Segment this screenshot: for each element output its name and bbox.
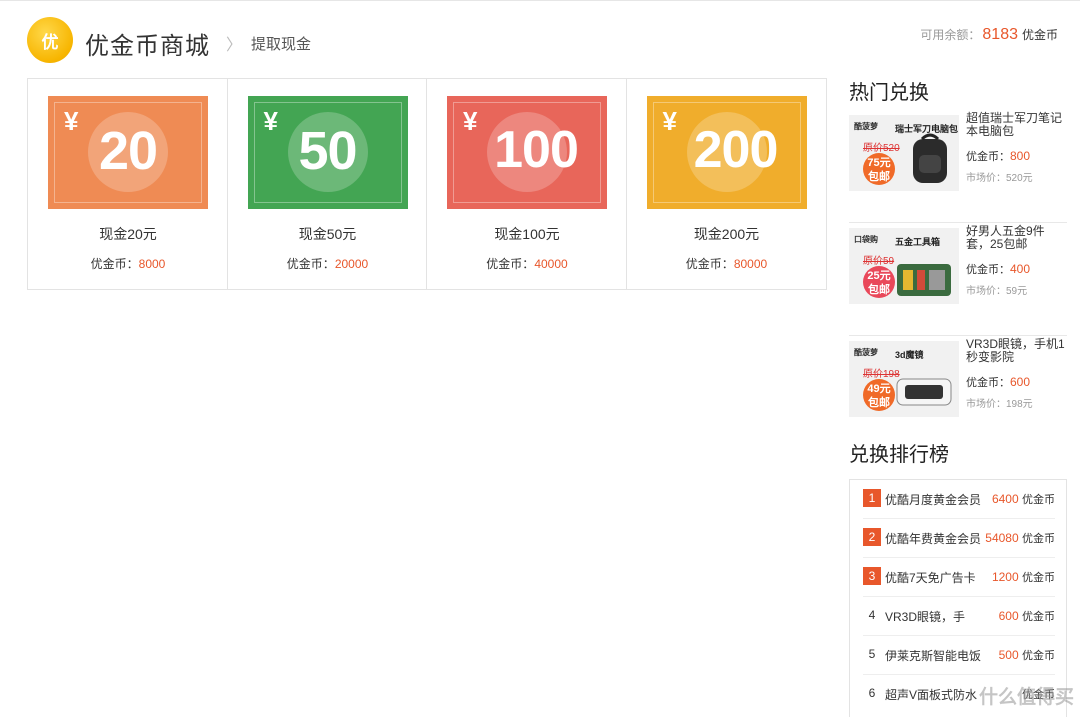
ranking-row[interactable]: 1 优酷月度黄金会员 6400 优金币 [863,480,1055,519]
cash-card-title[interactable]: 现金100元 [427,224,627,244]
ranking-row[interactable]: 4 VR3D眼镜，手 600 优金币 [863,597,1055,636]
cash-card-title[interactable]: 现金200元 [627,224,827,244]
rank-item-price: 6400 优金币 [991,492,1055,506]
cash-ticket-image[interactable]: ¥ 200 [646,96,807,209]
rank-number: 3 [863,567,881,585]
ranking-heading: 兑换排行榜 [849,444,949,466]
hot-item[interactable]: 口袋购 五金工具箱 原价59 25元 包邮 好男人五金9件套，25包邮 优金币：4… [849,223,1067,336]
rank-item-price: 1200 优金币 [991,570,1055,584]
cash-ticket-image[interactable]: ¥ 100 [447,96,607,209]
watermark: 什么值得买 [978,687,1074,708]
balance-label: 可用余额： [920,28,981,42]
hot-item-coin: 优金币：600 [966,375,1031,389]
cash-ticket-image[interactable]: ¥ 20 [48,96,208,209]
toolbox-icon [897,264,951,296]
hot-item-name[interactable]: VR3D眼镜，手机1秒变影院 [966,338,1067,364]
hot-item-coin: 优金币：400 [966,262,1031,276]
balance-display: 可用余额： 8183 优金币 [920,26,1058,44]
youku-coin-logo[interactable]: 优 [27,17,73,63]
cash-card-price: 优金币：8000 [90,257,166,271]
ticket-amount: 100 [494,121,579,179]
ticket-amount: 200 [693,121,779,179]
hot-exchange-heading: 热门兑换 [849,82,929,104]
hot-item-thumbnail[interactable]: 口袋购 五金工具箱 原价59 25元 包邮 [849,228,959,304]
rank-item-price: 600 优金币 [998,609,1055,623]
rank-item-name[interactable]: 优酷年费黄金会员 [885,530,985,547]
ranking-row[interactable]: 5 伊莱克斯智能电饭 500 优金币 [863,636,1055,675]
rank-number: 6 [868,686,876,700]
hot-item-market-price: 市场价：198元 [966,399,1033,410]
hot-item[interactable]: 酷菠萝 瑞士军刀电脑包 原价520 75元 包邮 超值瑞士军刀笔记本电脑包 优金币… [849,110,1067,223]
rank-item-name[interactable]: 伊莱克斯智能电饭 [885,647,985,664]
rank-item-name[interactable]: 优酷月度黄金会员 [885,491,985,508]
vr-headset-icon [896,378,952,406]
breadcrumb-current: 提取现金 [251,36,312,53]
rank-item-name[interactable]: 超声V面板式防水 [885,686,985,703]
rank-number: 5 [868,647,876,661]
mall-title[interactable]: 优金币商城 [85,26,210,61]
rank-number: 2 [863,528,881,546]
ranking-row[interactable]: 3 优酷7天免广告卡 1200 优金币 [863,558,1055,597]
hot-exchange-list: 酷菠萝 瑞士军刀电脑包 原价520 75元 包邮 超值瑞士军刀笔记本电脑包 优金币… [849,110,1067,449]
rank-item-price: 54080 优金币 [985,531,1055,545]
cash-product-grid: ¥ 20 现金20元 优金币：8000 ¥ 50 现金50元 优金币：20000… [27,78,827,290]
ticket-amount: 20 [98,121,158,181]
cash-card-100[interactable]: ¥ 100 现金100元 优金币：40000 [427,79,627,289]
cash-card-price: 优金币：20000 [286,257,369,271]
backpack-icon [913,133,947,183]
hot-item-market-price: 市场价：59元 [966,286,1028,297]
cash-card-price: 优金币：80000 [685,257,768,271]
balance-value: 8183 [982,26,1018,43]
hot-item-name[interactable]: 超值瑞士军刀笔记本电脑包 [966,112,1067,138]
page-header: 优 优金币商城 〉 提取现金 可用余额： 8183 优金币 [0,0,1080,78]
cash-card-200[interactable]: ¥ 200 现金200元 优金币：80000 [627,79,827,289]
ranking-row[interactable]: 2 优酷年费黄金会员 54080 优金币 [863,519,1055,558]
cash-card-price: 优金币：40000 [486,257,568,271]
ticket-amount: 50 [298,121,357,181]
hot-item-thumbnail[interactable]: 酷菠萝 3d魔镜 原价198 49元 包邮 [849,341,959,417]
cash-card-title[interactable]: 现金50元 [228,224,428,244]
chevron-right-icon: 〉 [226,37,243,54]
hot-item-market-price: 市场价：520元 [966,173,1033,184]
cash-card-title[interactable]: 现金20元 [28,224,228,244]
rank-item-price: 500 优金币 [998,648,1055,662]
rank-number: 4 [868,608,876,622]
rank-item-name[interactable]: VR3D眼镜，手 [885,608,985,625]
cash-ticket-image[interactable]: ¥ 50 [247,96,408,209]
hot-item-coin: 优金币：800 [966,149,1031,163]
rank-item-name[interactable]: 优酷7天免广告卡 [885,569,985,586]
cash-card-20[interactable]: ¥ 20 现金20元 优金币：8000 [28,79,228,289]
balance-unit: 优金币 [1021,28,1058,42]
hot-item[interactable]: 酷菠萝 3d魔镜 原价198 49元 包邮 VR3D眼镜，手机1秒变影院 优金币：… [849,336,1067,449]
hot-item-name[interactable]: 好男人五金9件套，25包邮 [966,225,1067,251]
rank-number: 1 [863,489,881,507]
cash-card-50[interactable]: ¥ 50 现金50元 优金币：20000 [228,79,428,289]
hot-item-thumbnail[interactable]: 酷菠萝 瑞士军刀电脑包 原价520 75元 包邮 [849,115,959,191]
